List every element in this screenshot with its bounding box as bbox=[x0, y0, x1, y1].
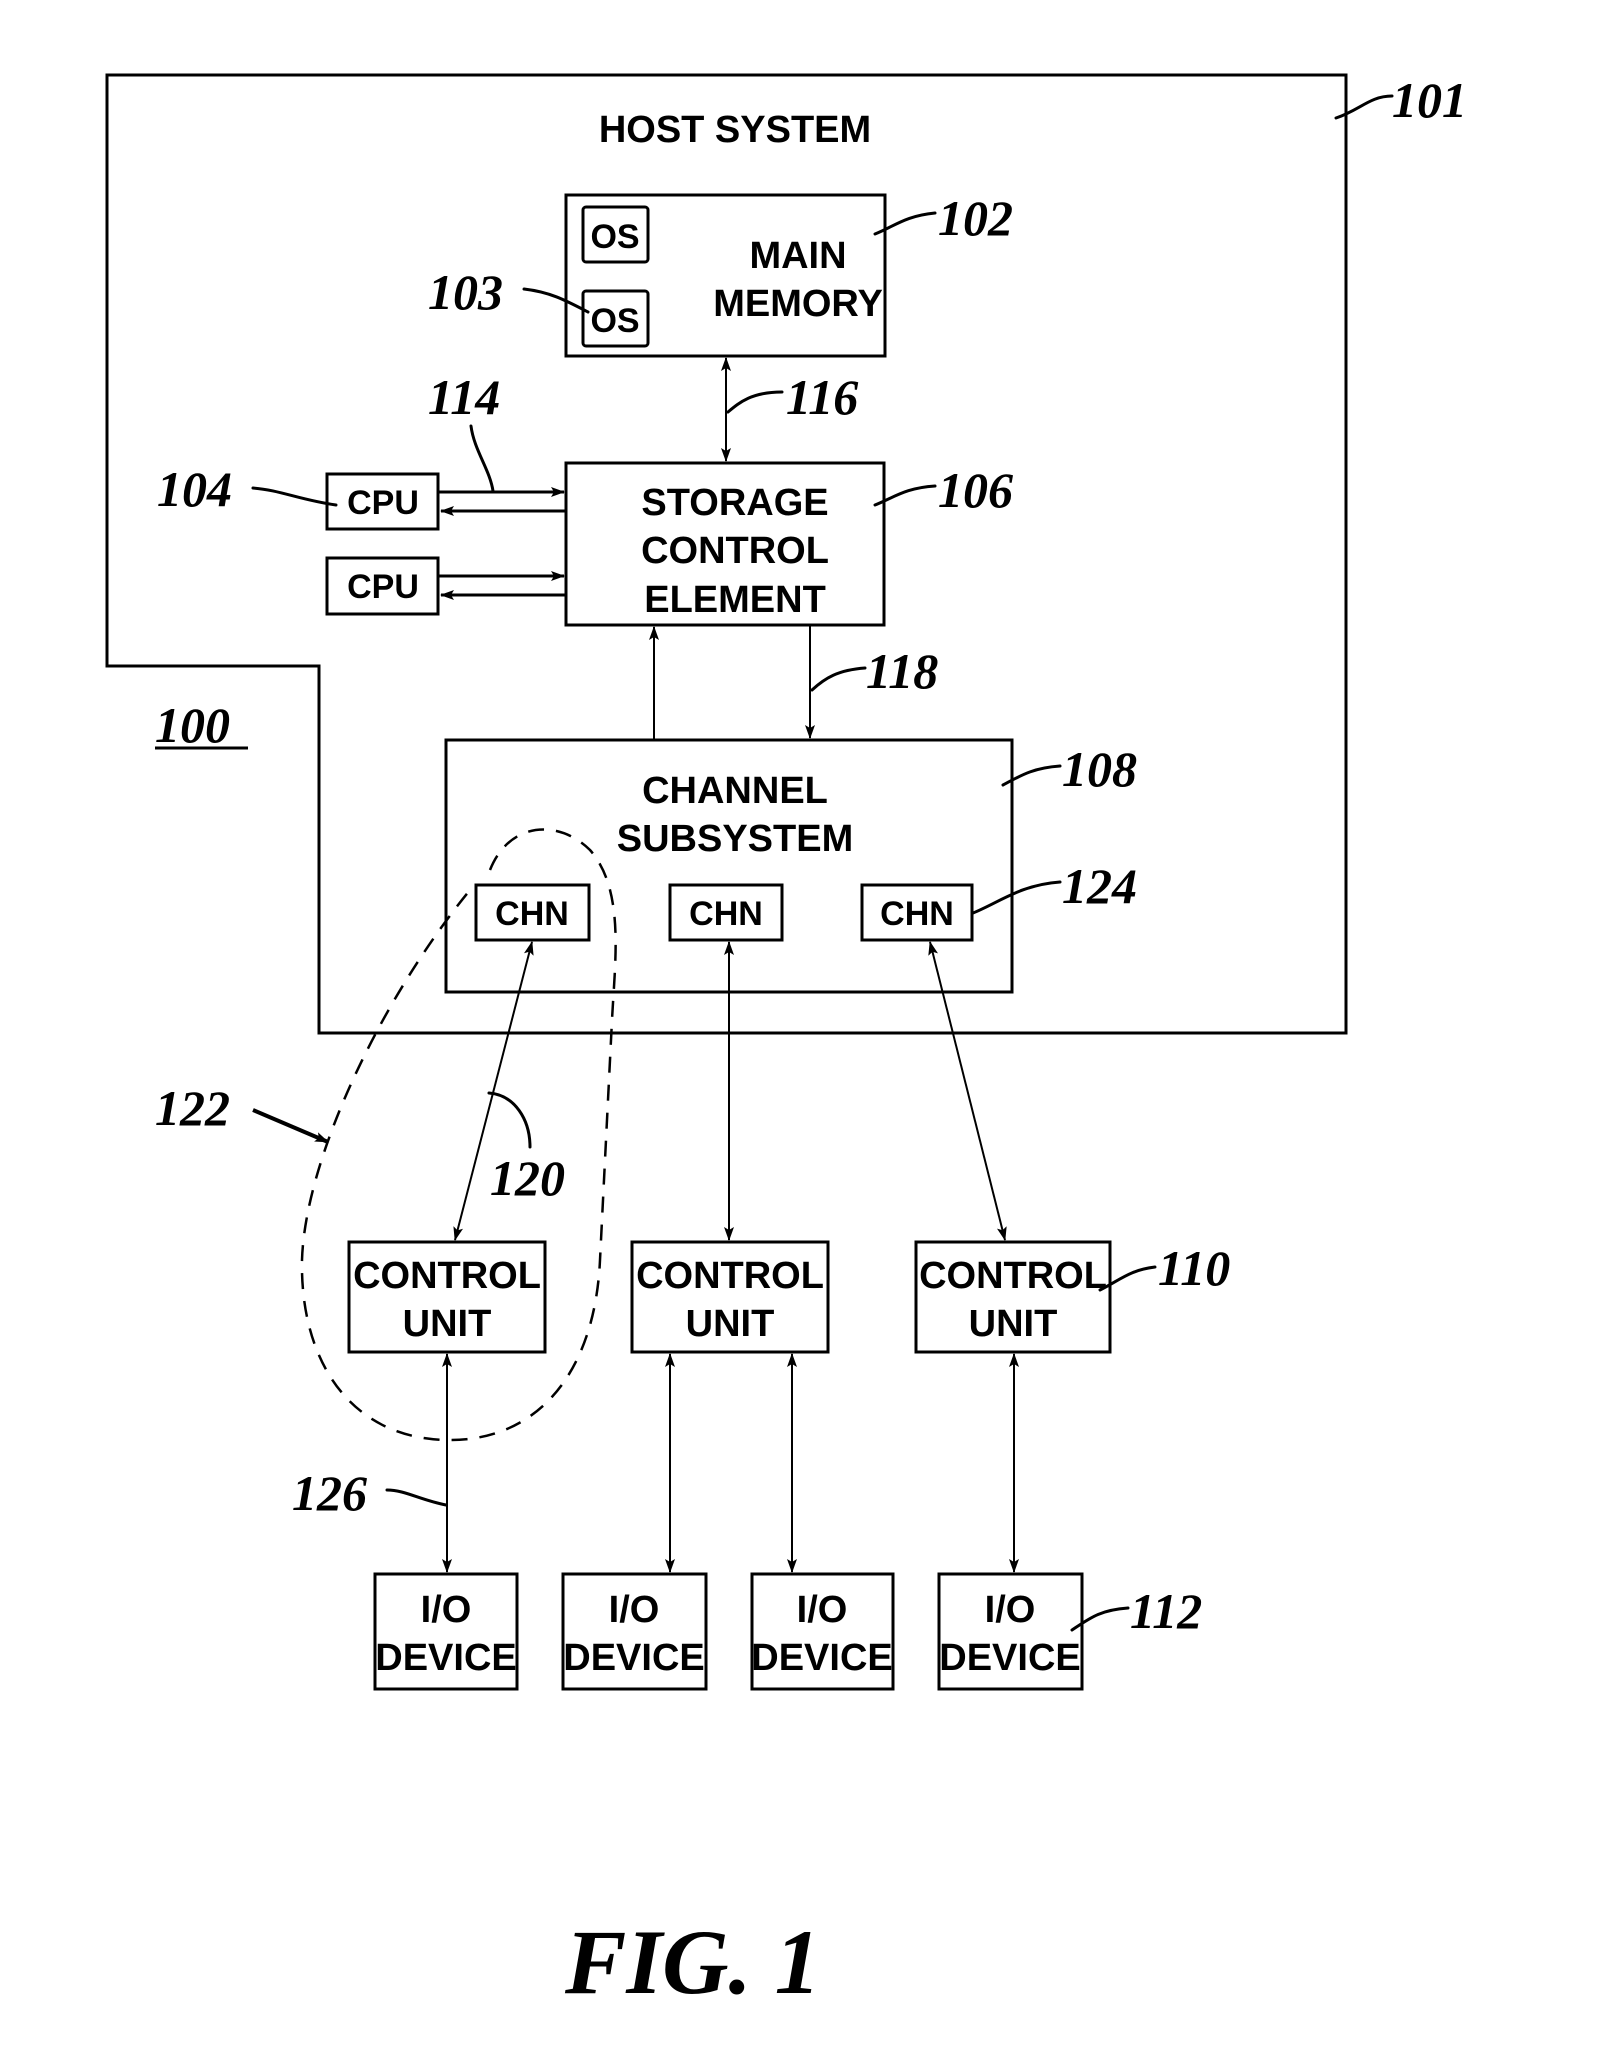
main-memory-ref-label: 102 bbox=[938, 190, 1013, 246]
storage-label-line2: CONTROL bbox=[641, 530, 829, 572]
io-device-label-1a: I/O bbox=[421, 1589, 472, 1631]
host-ref-label: 101 bbox=[1392, 72, 1467, 128]
io-device-label-3b: DEVICE bbox=[751, 1637, 892, 1679]
channel-label-2: CHN bbox=[689, 895, 763, 933]
io-device-ref-label: 112 bbox=[1130, 1583, 1202, 1639]
os-ref-label: 103 bbox=[428, 264, 503, 320]
channel-subsystem-label-line2: SUBSYSTEM bbox=[617, 818, 853, 860]
cpu-bus-ref-leader bbox=[469, 424, 495, 493]
system-ref-label: 100 bbox=[155, 697, 230, 753]
cpu-label-2: CPU bbox=[347, 568, 419, 606]
channel-bus-ref-label: 118 bbox=[866, 643, 938, 699]
storage-ref-label: 106 bbox=[938, 462, 1013, 518]
io-device-1: I/O DEVICE bbox=[373, 1572, 519, 1691]
cpu-2: CPU bbox=[325, 556, 440, 616]
io-device-label-4b: DEVICE bbox=[939, 1637, 1080, 1679]
channel-path-ref-label: 120 bbox=[490, 1150, 565, 1206]
channel-label-3: CHN bbox=[880, 895, 954, 933]
control-unit-ref-label: 110 bbox=[1158, 1240, 1230, 1296]
io-device-2: I/O DEVICE bbox=[561, 1572, 708, 1691]
cpu-ref-leader bbox=[251, 486, 338, 507]
cpu-ref-label: 104 bbox=[157, 461, 232, 517]
cpu-bus-ref-label: 114 bbox=[428, 369, 500, 425]
host-system-title: HOST SYSTEM bbox=[599, 109, 871, 151]
control-unit-label-2b: UNIT bbox=[686, 1303, 775, 1345]
channel-bus-ref-leader bbox=[810, 666, 867, 692]
channel-subsystem-ref-label: 108 bbox=[1062, 741, 1137, 797]
main-memory-label-line2: MEMORY bbox=[713, 283, 883, 325]
io-device-3: I/O DEVICE bbox=[750, 1572, 895, 1691]
control-unit-2: CONTROL UNIT bbox=[630, 1240, 830, 1354]
storage-control-element-block: STORAGE CONTROL ELEMENT bbox=[564, 461, 886, 627]
io-device-label-2a: I/O bbox=[609, 1589, 660, 1631]
control-unit-label-1a: CONTROL bbox=[353, 1255, 541, 1297]
channel-subsystem-label-line1: CHANNEL bbox=[642, 770, 828, 812]
control-unit-3: CONTROL UNIT bbox=[914, 1240, 1112, 1354]
main-memory-label-line1: MAIN bbox=[749, 235, 846, 277]
channel-label-1: CHN bbox=[495, 895, 569, 933]
io-device-4: I/O DEVICE bbox=[937, 1572, 1084, 1691]
memory-bus-ref-leader bbox=[726, 390, 784, 414]
channel-ref-label: 124 bbox=[1062, 858, 1137, 914]
memory-bus-ref-label: 116 bbox=[786, 369, 858, 425]
os-label-1: OS bbox=[590, 218, 639, 256]
cpu-1: CPU bbox=[325, 472, 440, 531]
control-unit-label-2a: CONTROL bbox=[636, 1255, 824, 1297]
control-unit-label-1b: UNIT bbox=[403, 1303, 492, 1345]
system-diagram: HOST SYSTEM 101 100 OS OS MAIN MEMORY 10… bbox=[105, 72, 1467, 2013]
os-label-2: OS bbox=[590, 302, 639, 340]
figure-caption: FIG. 1 bbox=[564, 1911, 821, 2013]
cpu-label-1: CPU bbox=[347, 484, 419, 522]
device-link-ref-leader bbox=[385, 1488, 448, 1507]
storage-label-line3: ELEMENT bbox=[644, 579, 826, 621]
io-device-label-2b: DEVICE bbox=[563, 1637, 704, 1679]
channel-path-ref-leader bbox=[487, 1091, 532, 1149]
main-memory-block: OS OS MAIN MEMORY bbox=[564, 193, 887, 358]
device-link-ref-label: 126 bbox=[292, 1465, 367, 1521]
control-unit-label-3a: CONTROL bbox=[919, 1255, 1107, 1297]
io-device-label-4a: I/O bbox=[985, 1589, 1036, 1631]
storage-label-line1: STORAGE bbox=[641, 482, 828, 524]
io-device-label-1b: DEVICE bbox=[375, 1637, 516, 1679]
host-ref-leader bbox=[1334, 94, 1394, 120]
channel-path-group-ref-arrow bbox=[252, 1108, 329, 1144]
channel-path-group-ref-label: 122 bbox=[155, 1080, 230, 1136]
io-device-label-3a: I/O bbox=[797, 1589, 848, 1631]
control-unit-label-3b: UNIT bbox=[969, 1303, 1058, 1345]
control-unit-1: CONTROL UNIT bbox=[347, 1240, 547, 1354]
